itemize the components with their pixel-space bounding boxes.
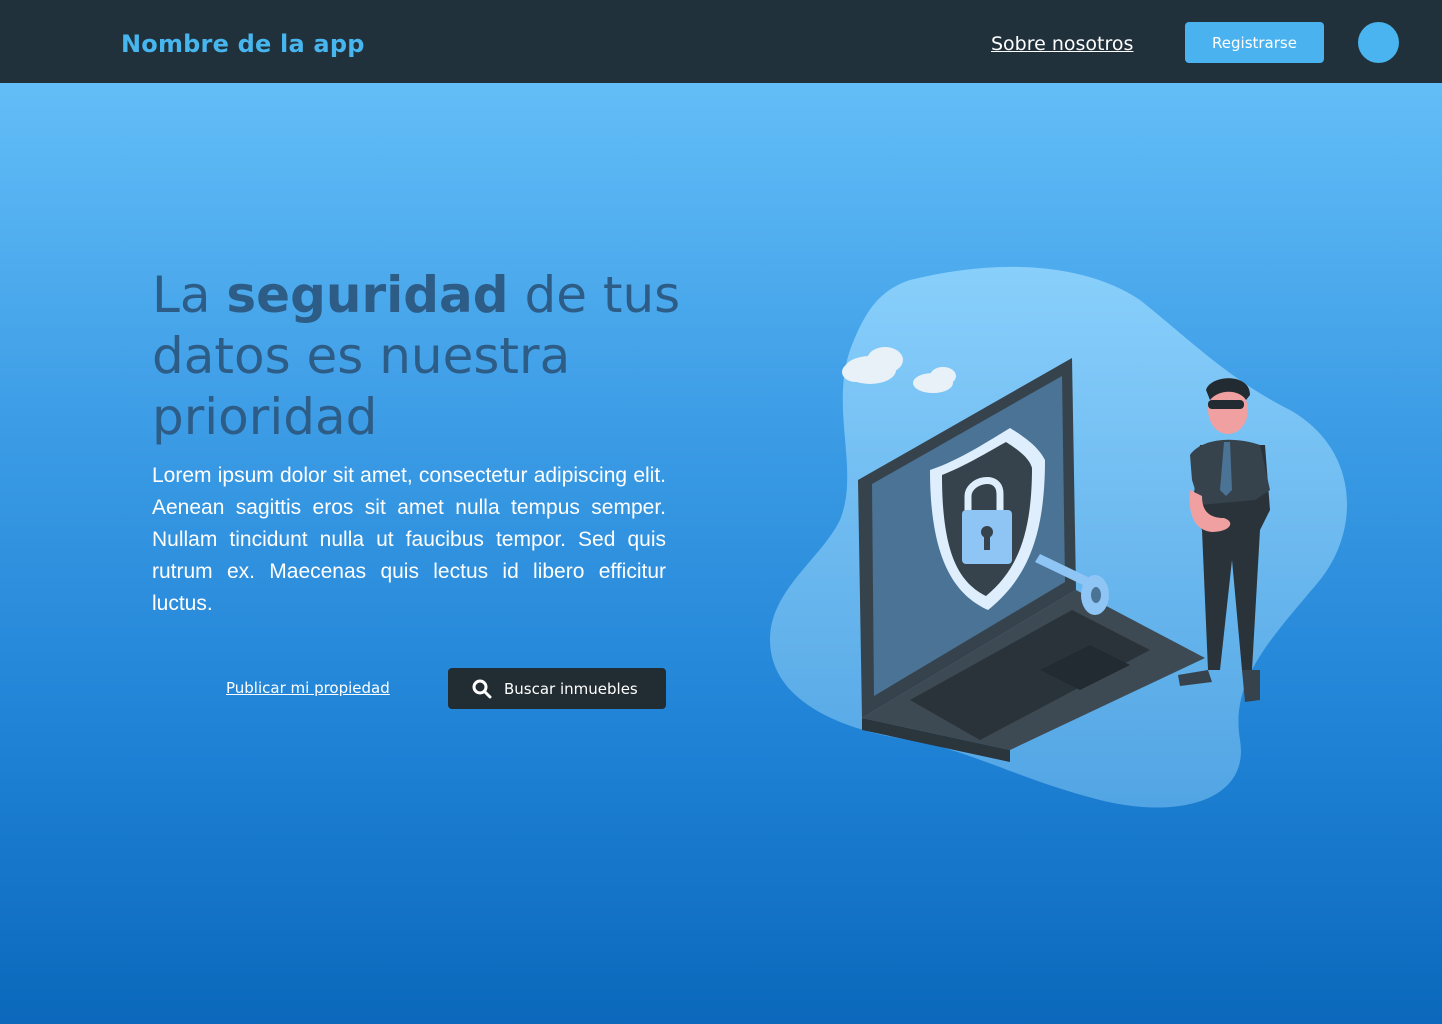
hero-headline: La seguridad de tus datos es nuestra pri…: [152, 265, 712, 448]
hero-description: Lorem ipsum dolor sit amet, consectetur …: [152, 464, 666, 615]
register-button[interactable]: Registrarse: [1185, 22, 1324, 63]
app-brand[interactable]: Nombre de la app: [121, 30, 365, 58]
user-avatar[interactable]: [1358, 22, 1399, 63]
security-illustration: [770, 266, 1348, 808]
about-us-link[interactable]: Sobre nosotros: [991, 33, 1133, 55]
top-navbar: Nombre de la app Sobre nosotros Registra…: [0, 0, 1442, 83]
search-button-label: Buscar inmuebles: [504, 679, 638, 698]
search-icon: [472, 679, 492, 699]
publish-property-link[interactable]: Publicar mi propiedad: [226, 679, 390, 697]
search-properties-button[interactable]: Buscar inmuebles: [448, 668, 666, 709]
headline-emphasis: seguridad: [226, 266, 509, 324]
headline-prefix: La: [152, 266, 227, 324]
